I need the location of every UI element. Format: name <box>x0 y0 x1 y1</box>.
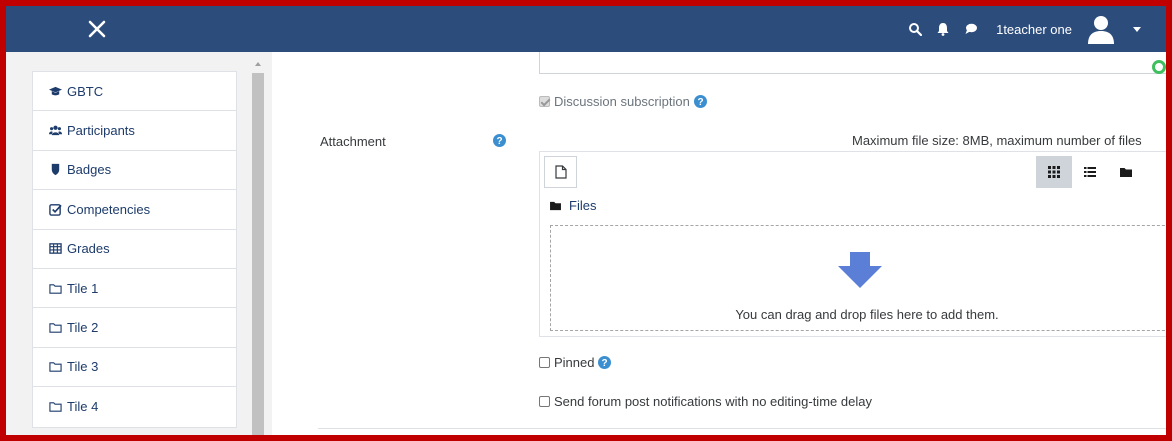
drawer-item-label: Tile 4 <box>67 399 99 415</box>
file-icon <box>554 165 567 179</box>
chat-bubble-icon[interactable] <box>964 22 978 36</box>
svg-text:?: ? <box>602 358 608 369</box>
view-list-button[interactable] <box>1072 156 1108 188</box>
drawer-item-label: Competencies <box>67 201 151 217</box>
drawer-item-label: Participants <box>67 123 135 139</box>
user-avatar-icon[interactable] <box>1086 14 1116 44</box>
drawer-item-label: Badges <box>67 162 112 178</box>
drawer-item-badges[interactable]: Badges <box>33 151 236 191</box>
chevron-down-icon[interactable] <box>1132 24 1142 34</box>
drawer-item-label: Tile 2 <box>67 320 99 336</box>
user-name[interactable]: 1teacher one <box>996 22 1072 37</box>
drawer-item-label: Grades <box>67 241 110 257</box>
clipped-section-heading <box>336 437 466 441</box>
help-icon[interactable]: ? <box>598 356 612 369</box>
shield-icon <box>51 164 60 176</box>
no-delay-label: Send forum post notifications with no ed… <box>554 394 872 409</box>
svg-text:?: ? <box>496 136 502 147</box>
check-square-icon <box>49 204 62 216</box>
folder-icon <box>49 402 62 413</box>
folder-icon <box>550 201 561 210</box>
drop-instructions: You can drag and drop files here to add … <box>735 307 999 322</box>
drawer-item-tile-4[interactable]: Tile 4 <box>33 387 236 426</box>
drawer-nav-list: GBTC Participants Badges Competencies Gr… <box>32 71 237 428</box>
no-delay-row: Send forum post notifications with no ed… <box>539 394 872 409</box>
pinned-label: Pinned <box>554 355 595 370</box>
search-icon[interactable] <box>908 22 923 36</box>
view-icons-button[interactable] <box>1036 156 1072 188</box>
bell-icon[interactable] <box>936 22 950 36</box>
drawer-item-gbtc[interactable]: GBTC <box>33 72 236 112</box>
graduation-cap-icon <box>49 86 62 96</box>
down-arrow-icon <box>838 252 882 288</box>
list-icon <box>1084 167 1096 177</box>
drawer-item-participants[interactable]: Participants <box>33 111 236 151</box>
help-icon[interactable]: ? <box>693 95 707 108</box>
file-dropzone[interactable]: You can drag and drop files here to add … <box>550 225 1166 331</box>
discussion-subscription-checkbox[interactable] <box>539 96 550 107</box>
pinned-row: Pinned ? <box>539 355 612 370</box>
drawer-item-label: GBTC <box>67 83 104 99</box>
drawer-item-tile-2[interactable]: Tile 2 <box>33 308 236 348</box>
navbar-user-area: 1teacher one <box>908 6 1142 52</box>
svg-text:?: ? <box>697 97 703 108</box>
table-icon <box>49 243 62 255</box>
files-breadcrumb[interactable]: Files <box>550 198 596 213</box>
no-delay-checkbox[interactable] <box>539 396 550 407</box>
close-drawer-icon[interactable] <box>82 14 112 44</box>
drawer-item-label: Tile 3 <box>67 359 99 375</box>
drawer-item-label: Tile 1 <box>67 280 99 296</box>
message-editor-bottom[interactable] <box>539 52 1166 74</box>
section-divider <box>318 428 1166 429</box>
scrollbar-thumb[interactable] <box>252 73 264 435</box>
drawer-item-grades[interactable]: Grades <box>33 230 236 269</box>
nav-drawer: GBTC Participants Badges Competencies Gr… <box>6 52 272 435</box>
view-mode-buttons <box>1036 156 1144 188</box>
users-icon <box>49 125 62 136</box>
max-file-size-text: Maximum file size: 8MB, maximum number o… <box>852 133 1142 148</box>
add-file-button[interactable] <box>544 156 577 188</box>
screenshot-frame: 1teacher one GBTC Participants Badges Co… <box>0 0 1172 441</box>
drawer-item-competencies[interactable]: Competencies <box>33 190 236 230</box>
scroll-up-arrow-icon[interactable] <box>254 59 262 69</box>
discussion-subscription-row: Discussion subscription ? <box>539 94 707 109</box>
folder-icon <box>1120 168 1132 177</box>
files-label: Files <box>569 198 597 213</box>
folder-icon <box>49 362 62 373</box>
drawer-scrollbar[interactable] <box>252 59 264 435</box>
drawer-item-tile-3[interactable]: Tile 3 <box>33 348 236 388</box>
grid-icon <box>1048 166 1060 178</box>
folder-icon <box>49 283 62 294</box>
view-tree-button[interactable] <box>1108 156 1144 188</box>
top-navbar: 1teacher one <box>6 6 1166 52</box>
folder-icon <box>49 323 62 333</box>
pinned-checkbox[interactable] <box>539 357 550 368</box>
attachment-label: Attachment <box>320 134 386 149</box>
status-circle-icon <box>1152 60 1166 74</box>
drawer-item-tile-1[interactable]: Tile 1 <box>33 269 236 309</box>
help-icon[interactable]: ? <box>493 134 506 147</box>
discussion-subscription-label: Discussion subscription <box>554 94 690 109</box>
file-picker: Files You can drag and drop files here t… <box>539 151 1166 337</box>
